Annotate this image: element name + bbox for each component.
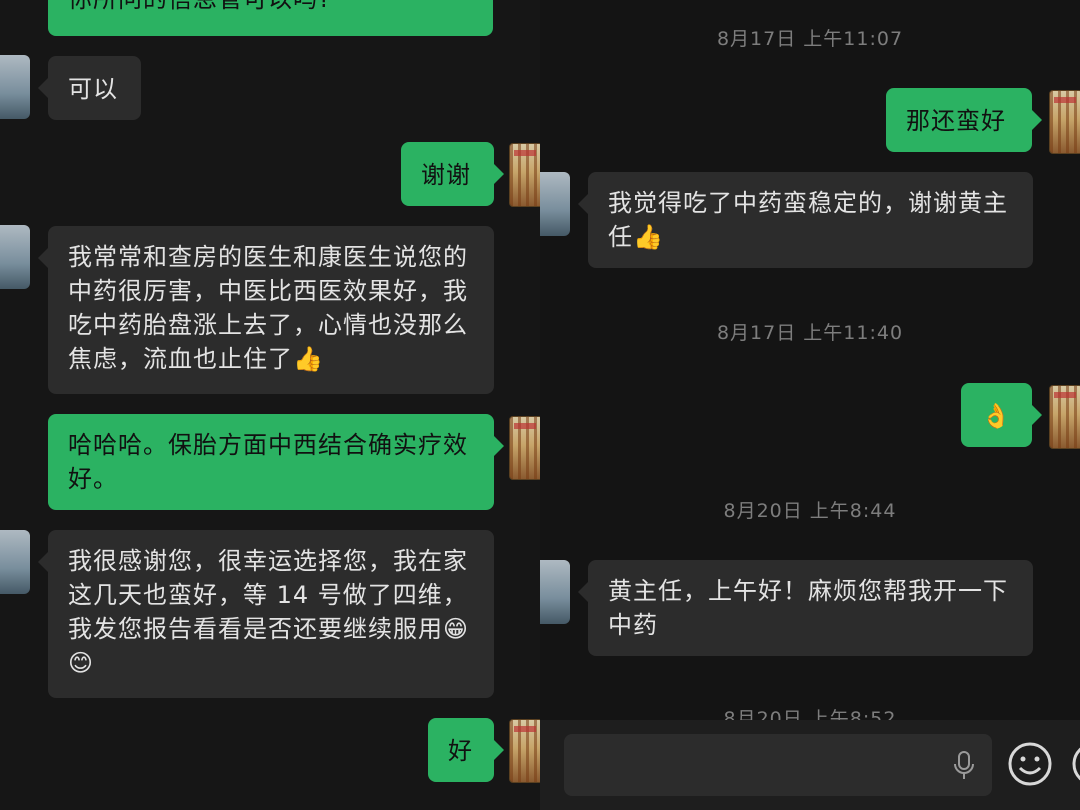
- message-bubble-out[interactable]: 谢谢: [401, 142, 504, 206]
- contact-avatar[interactable]: [0, 530, 30, 594]
- voice-toggle-icon[interactable]: [540, 744, 550, 784]
- message-bubble-in[interactable]: 可以: [38, 56, 141, 120]
- contact-avatar[interactable]: [0, 225, 30, 289]
- left-chat-panel: 你所问的信息管可以吗? 可以 谢谢 我常常和查房的医生和康医生说您的中药很厉害，…: [0, 0, 540, 810]
- self-avatar[interactable]: [509, 143, 540, 207]
- timestamp: 8月17日 上午11:07: [716, 28, 904, 50]
- plus-icon[interactable]: [1070, 740, 1080, 788]
- message-text: 哈哈哈。保胎方面中西结合确实疗效好。: [68, 431, 468, 493]
- message-bubble-in[interactable]: 我常常和查房的医生和康医生说您的中药很厉害，中医比西医效果好，我吃中药胎盘涨上去…: [38, 226, 494, 394]
- message-text: 我很感谢您，很幸运选择您，我在家这几天也蛮好，等 14 号做了四维，我发您报告看…: [68, 547, 470, 677]
- partial-message-bubble[interactable]: 你所问的信息管可以吗?: [48, 0, 493, 36]
- message-bubble-out[interactable]: 哈哈哈。保胎方面中西结合确实疗效好。: [48, 414, 504, 510]
- contact-avatar[interactable]: [540, 560, 570, 624]
- timestamp: 8月20日 上午8:44: [723, 500, 897, 522]
- message-bubble-out[interactable]: 那还蛮好: [886, 88, 1042, 152]
- message-text: 你所问的信息管可以吗?: [68, 0, 332, 13]
- self-avatar[interactable]: [1049, 90, 1080, 154]
- message-text: 可以: [68, 75, 118, 103]
- contact-avatar[interactable]: [0, 55, 30, 119]
- message-text: 黄主任，上午好！麻烦您帮我开一下中药: [608, 577, 1008, 639]
- message-bubble-out[interactable]: 👌: [961, 383, 1042, 447]
- microphone-icon[interactable]: [950, 750, 978, 780]
- message-text: 我常常和查房的医生和康医生说您的中药很厉害，中医比西医效果好，我吃中药胎盘涨上去…: [68, 243, 468, 373]
- contact-avatar[interactable]: [540, 172, 570, 236]
- message-input[interactable]: [564, 734, 992, 796]
- message-bubble-out[interactable]: 好: [428, 718, 504, 782]
- message-text: 那还蛮好: [906, 107, 1006, 135]
- message-text: 我觉得吃了中药蛮稳定的，谢谢黄主任👍: [608, 189, 1008, 251]
- message-text: 谢谢: [421, 161, 471, 189]
- message-text: 👌: [981, 402, 1012, 430]
- input-bar: [540, 720, 1080, 810]
- message-text: 好: [448, 737, 473, 765]
- message-bubble-in[interactable]: 我觉得吃了中药蛮稳定的，谢谢黄主任👍: [578, 172, 1033, 268]
- self-avatar[interactable]: [509, 719, 540, 783]
- self-avatar[interactable]: [509, 416, 540, 480]
- self-avatar[interactable]: [1049, 385, 1080, 449]
- smiley-icon[interactable]: [1006, 740, 1054, 788]
- message-bubble-in[interactable]: 黄主任，上午好！麻烦您帮我开一下中药: [578, 560, 1033, 656]
- right-chat-panel: 8月17日 上午11:07 那还蛮好 我觉得吃了中药蛮稳定的，谢谢黄主任👍 8月…: [540, 0, 1080, 810]
- timestamp: 8月17日 上午11:40: [716, 322, 904, 344]
- message-bubble-in[interactable]: 我很感谢您，很幸运选择您，我在家这几天也蛮好，等 14 号做了四维，我发您报告看…: [38, 530, 494, 698]
